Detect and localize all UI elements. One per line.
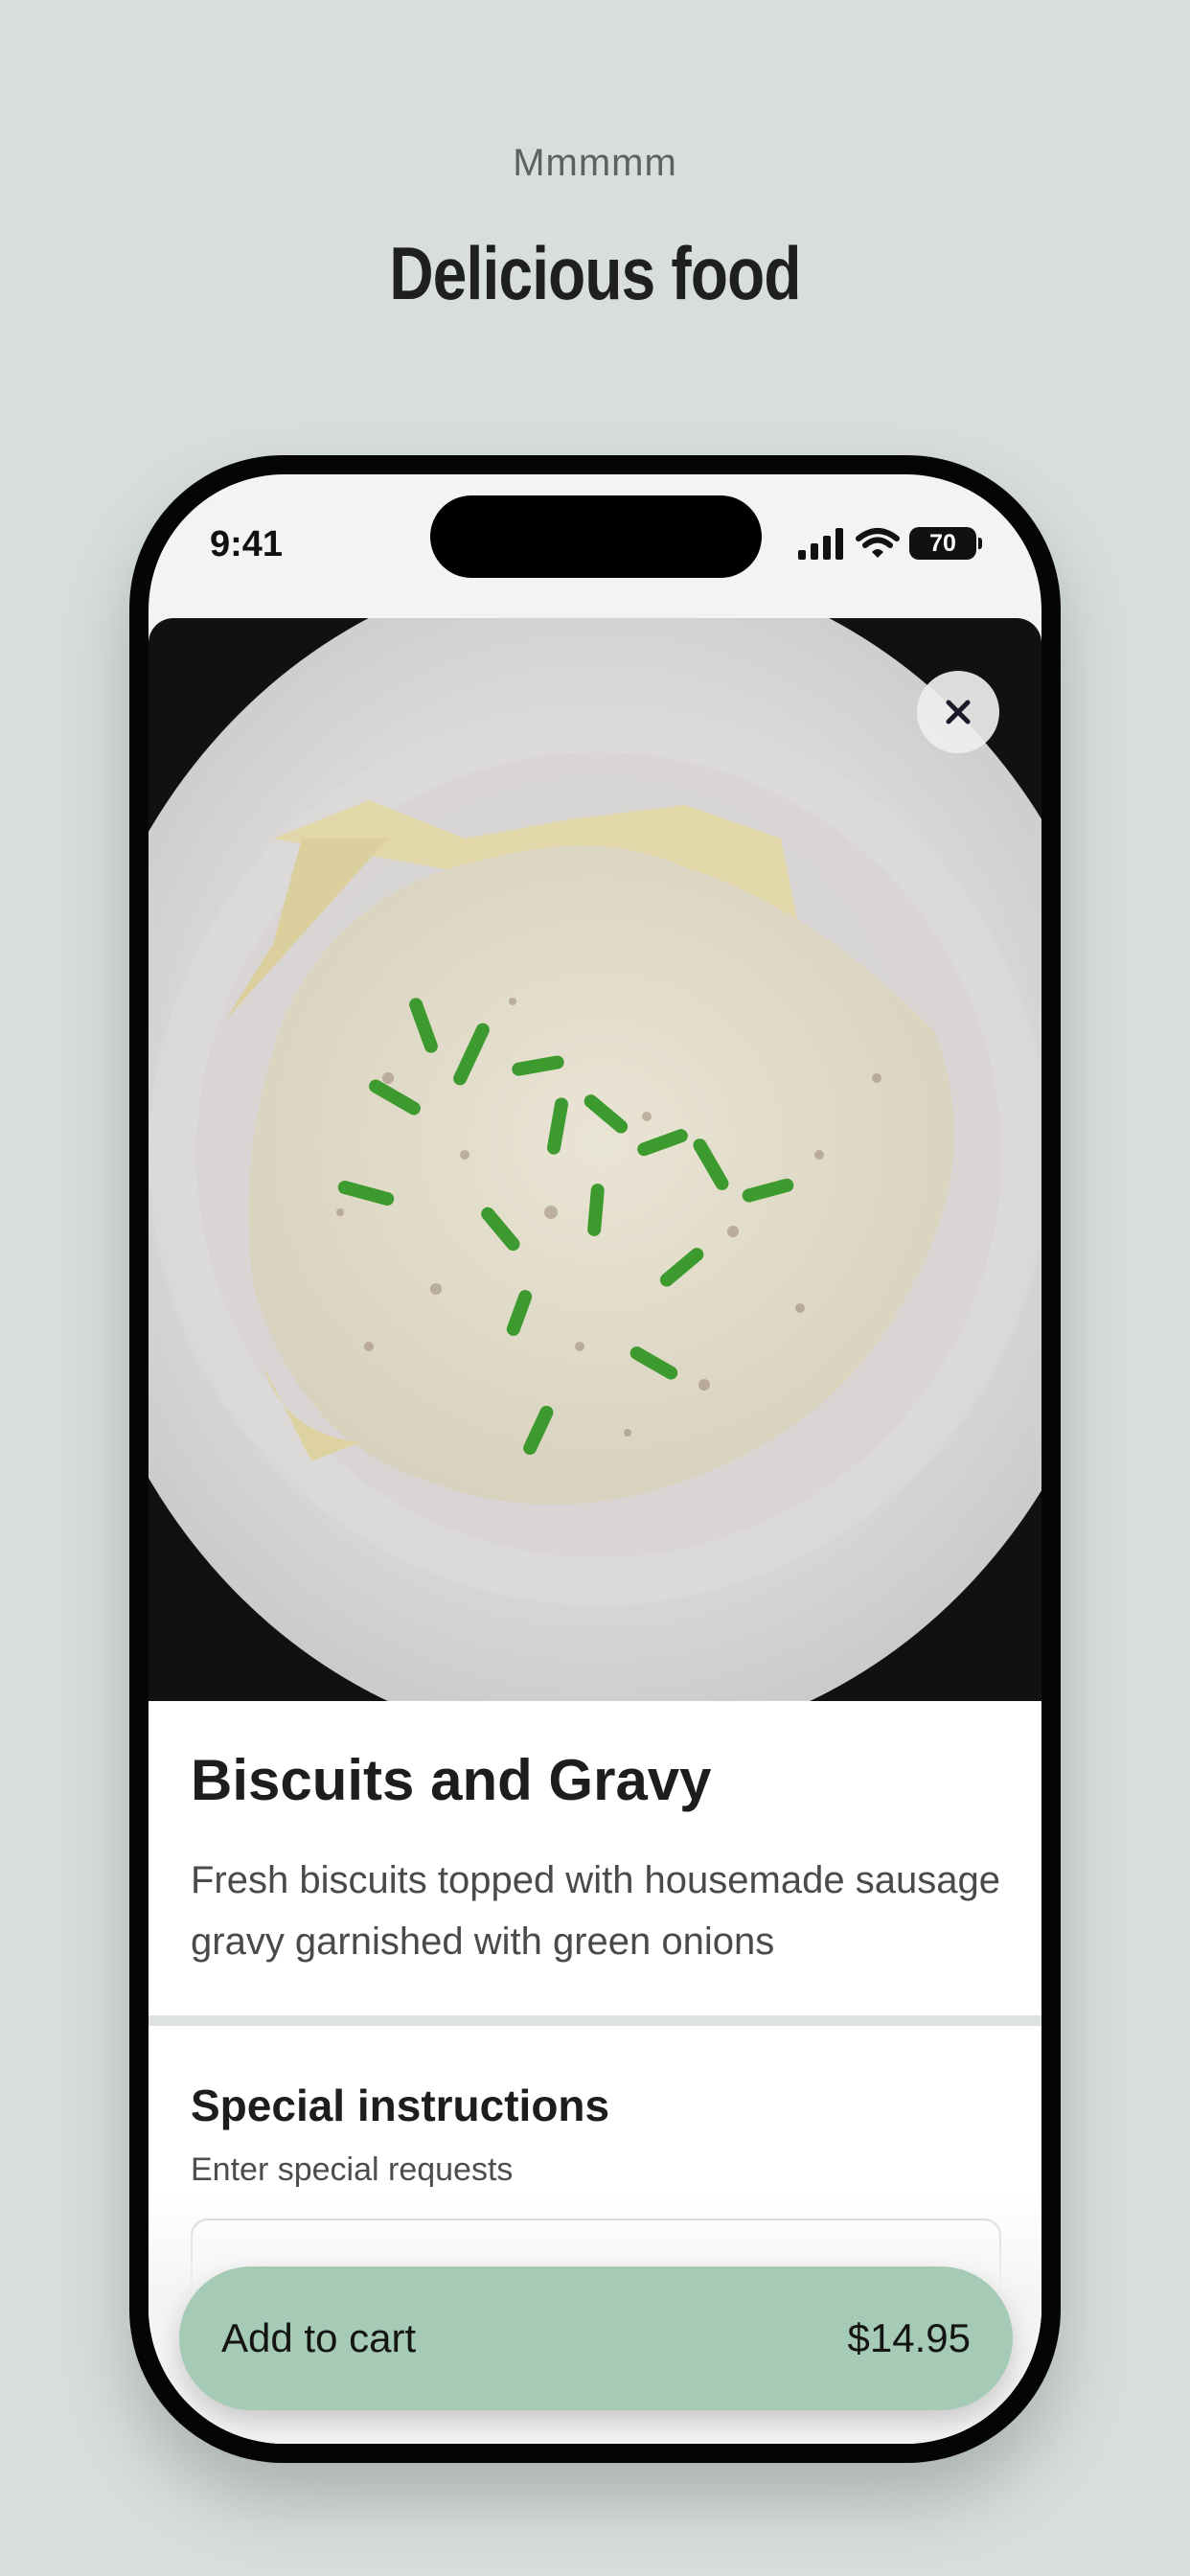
wifi-icon bbox=[856, 528, 900, 558]
close-icon bbox=[946, 700, 971, 724]
status-time: 9:41 bbox=[210, 524, 284, 564]
special-instructions-title: Special instructions bbox=[191, 2081, 610, 2130]
status-bar: 9:41 70 bbox=[149, 474, 1041, 618]
phone-screen: 9:41 70 Biscuits and Gravy Fresh biscuit… bbox=[149, 474, 1041, 2444]
add-to-cart-button[interactable]: Add to cart $14.95 bbox=[179, 2266, 1013, 2410]
eyebrow-text: Mmmmm bbox=[513, 142, 677, 184]
add-to-cart-label: Add to cart bbox=[221, 2315, 417, 2360]
item-title: Biscuits and Gravy bbox=[191, 1748, 712, 1812]
battery-tip bbox=[978, 538, 982, 549]
signal-icon bbox=[798, 528, 843, 560]
cart-price: $14.95 bbox=[847, 2315, 971, 2360]
section-divider bbox=[149, 2015, 1041, 2026]
dynamic-island bbox=[430, 495, 762, 578]
item-description: Fresh biscuits topped with housemade sau… bbox=[191, 1859, 1000, 1963]
close-button[interactable] bbox=[917, 671, 999, 753]
special-instructions-subtitle: Enter special requests bbox=[191, 2151, 514, 2188]
status-icons: 70 bbox=[796, 526, 982, 561]
battery-icon: 70 bbox=[909, 527, 976, 560]
food-photo bbox=[149, 618, 1041, 1701]
phone-frame: 9:41 70 Biscuits and Gravy Fresh biscuit… bbox=[129, 455, 1061, 2463]
page-headline: Delicious food bbox=[389, 231, 801, 315]
item-sheet: Biscuits and Gravy Fresh biscuits topped… bbox=[149, 618, 1041, 2444]
